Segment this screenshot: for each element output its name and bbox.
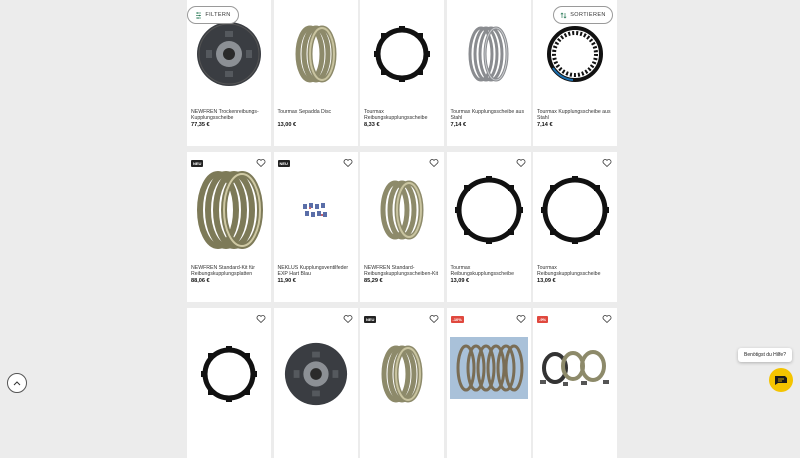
product-price: 13,09 € [450, 278, 470, 284]
heart-icon[interactable] [429, 314, 439, 324]
product-card[interactable]: Tourmax Sepadda Disc 13,00 € [273, 0, 358, 146]
product-price: 85,29 € [364, 278, 383, 284]
product-price: 13,00 € [277, 122, 297, 128]
help-bubble[interactable]: Benötigst du Hilfe? [738, 348, 792, 362]
product-card[interactable]: -10% [446, 308, 531, 458]
product-card[interactable]: Tourmax Kupplungsscheibe aus Stahl 7,14 … [446, 0, 531, 146]
filter-label: FILTERN [205, 12, 231, 18]
product-title[interactable]: NEWFREN Standard-Reibungskupplungsscheib… [364, 265, 440, 277]
product-title[interactable]: NEWFREN Standard-Kit für Reibungskupplun… [191, 265, 267, 277]
filter-button[interactable]: FILTERN [187, 6, 239, 24]
product-image[interactable] [360, 328, 444, 420]
heart-icon[interactable] [256, 314, 266, 324]
product-image[interactable] [447, 336, 531, 400]
product-title[interactable]: Tourmax Reibungskupplungsscheibe [451, 265, 527, 277]
product-card[interactable]: NEU [360, 308, 444, 458]
chat-icon [775, 376, 787, 385]
product-card[interactable] [187, 308, 271, 458]
product-title[interactable]: Tourmax Sepadda Disc [278, 109, 354, 115]
product-title[interactable]: Tourmax Reibungskupplungsscheibe [537, 265, 613, 277]
heart-icon[interactable] [516, 314, 526, 324]
sort-button[interactable]: SORTIEREN [553, 6, 613, 24]
product-image[interactable] [187, 328, 271, 420]
product-image[interactable] [447, 8, 531, 100]
product-price: 7,14 € [450, 122, 467, 128]
product-card[interactable]: NEU NEKLUS Kupplungsventilfeder EXP Hart… [273, 152, 358, 302]
heart-icon[interactable] [343, 314, 353, 324]
sort-label: SORTIEREN [570, 12, 606, 18]
scroll-to-top-button[interactable] [7, 373, 27, 393]
product-image[interactable] [274, 8, 358, 100]
product-price: 8,33 € [364, 122, 380, 128]
product-price: 11,90 € [277, 278, 296, 284]
product-image[interactable] [360, 8, 444, 100]
discount-badge: -10% [450, 316, 464, 323]
product-title[interactable]: Tourmax Kupplungsscheibe aus Stahl [451, 109, 527, 121]
product-title[interactable]: Tourmax Kupplungsscheibe aus Stahl [537, 109, 613, 121]
product-card[interactable]: Tourmax Reibungskupplungsscheibe 8,33 € [360, 0, 444, 146]
filter-icon [196, 11, 202, 19]
new-badge: NEU [364, 316, 377, 323]
product-image[interactable] [447, 164, 531, 256]
product-card[interactable] [273, 308, 358, 458]
discount-badge: -9% [537, 316, 549, 323]
product-price: 7,14 € [537, 122, 553, 128]
product-card[interactable]: Tourmax Reibungskupplungsscheibe 13,09 € [446, 152, 531, 302]
product-grid: NEWFREN Trockenreibungs-Kupplungsscheibe… [187, 0, 617, 458]
product-image[interactable] [360, 164, 444, 256]
product-image[interactable] [533, 164, 617, 256]
chevron-up-icon [13, 381, 21, 386]
product-title[interactable]: NEKLUS Kupplungsventilfeder EXP Hart Bla… [278, 265, 354, 277]
product-image[interactable] [274, 328, 358, 420]
product-image[interactable] [274, 164, 358, 256]
product-image[interactable] [533, 336, 617, 400]
product-title[interactable]: Tourmax Reibungskupplungsscheibe [364, 109, 440, 121]
help-bubble-text: Benötigst du Hilfe? [744, 352, 786, 358]
product-card[interactable]: Tourmax Reibungskupplungsscheibe 13,09 € [533, 152, 617, 302]
product-title[interactable]: NEWFREN Trockenreibungs-Kupplungsscheibe [191, 109, 267, 121]
product-price: 13,09 € [537, 278, 556, 284]
product-card[interactable]: NEU NEWFREN Standard-Kit für Reibungskup… [187, 152, 271, 302]
product-price: 88,06 € [191, 278, 210, 284]
product-image[interactable] [187, 164, 271, 256]
product-card[interactable]: -9% [533, 308, 617, 458]
product-price: 77,35 € [191, 122, 210, 128]
product-card[interactable]: NEWFREN Standard-Reibungskupplungsscheib… [360, 152, 444, 302]
heart-icon[interactable] [602, 314, 612, 324]
help-chat-button[interactable] [769, 368, 793, 392]
sort-icon [560, 12, 567, 18]
